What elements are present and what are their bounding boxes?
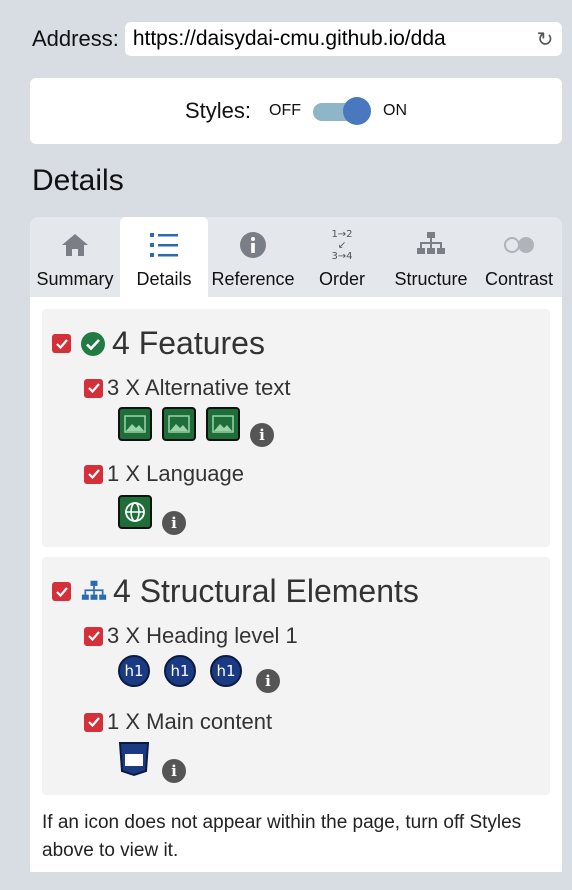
alt-text-icons: i <box>118 407 274 447</box>
features-title: 4 Features <box>112 325 265 361</box>
info-icon <box>238 227 268 263</box>
address-bar: Address: https://daisydai-cmu.github.io/… <box>32 20 562 58</box>
tab-label: Order <box>318 269 365 289</box>
features-header: 4 Features <box>52 325 265 362</box>
tab-label: Details <box>136 269 192 289</box>
h1-icon[interactable]: h1 <box>210 655 242 687</box>
info-icon[interactable]: i <box>250 423 274 447</box>
order-icon: 1→2 ↙ 3→4 <box>331 228 353 262</box>
structural-title: 4 Structural Elements <box>113 573 419 609</box>
heading-label: 3 X Heading level 1 <box>107 623 298 648</box>
toggle-off-label: OFF <box>269 102 302 119</box>
features-group: 4 Features 3 X Alternative text i 1 X La… <box>42 309 550 547</box>
main-checkbox[interactable] <box>84 712 103 732</box>
tab-details[interactable]: Details <box>120 217 208 297</box>
sitemap-icon <box>81 579 107 605</box>
structural-header: 4 Structural Elements <box>52 573 419 610</box>
tab-bar: Summary Details Reference 1→2 ↙ 3→4 Order <box>30 217 562 297</box>
globe-icon[interactable] <box>118 495 152 529</box>
image-icon[interactable] <box>162 407 196 441</box>
tab-label: Structure <box>394 269 468 289</box>
toggle-knob[interactable] <box>343 97 372 125</box>
structural-item-main: 1 X Main content <box>84 709 272 735</box>
address-input[interactable]: https://daisydai-cmu.github.io/dda ↻ <box>124 22 562 56</box>
language-icons: i <box>118 495 186 535</box>
contrast-icon <box>502 227 536 263</box>
tab-label: Contrast <box>484 269 554 289</box>
tab-structure[interactable]: Structure <box>386 217 476 297</box>
features-checkbox[interactable] <box>52 334 71 353</box>
main-content-icon[interactable] <box>118 741 150 777</box>
alt-text-label: 3 X Alternative text <box>107 375 291 400</box>
image-icon[interactable] <box>206 407 240 441</box>
tab-reference[interactable]: Reference <box>208 217 298 297</box>
structural-group: 4 Structural Elements 3 X Heading level … <box>42 557 550 795</box>
footer-note: If an icon does not appear within the pa… <box>42 812 522 861</box>
list-icon <box>149 227 179 263</box>
structural-item-heading: 3 X Heading level 1 <box>84 623 298 649</box>
structural-checkbox[interactable] <box>52 582 71 601</box>
info-icon[interactable]: i <box>256 669 280 693</box>
tab-label: Summary <box>36 269 114 289</box>
tab-label: Reference <box>211 269 295 289</box>
reload-icon[interactable]: ↻ <box>536 27 554 52</box>
tab-contrast[interactable]: Contrast <box>476 217 562 297</box>
image-icon[interactable] <box>118 407 152 441</box>
info-icon[interactable]: i <box>162 759 186 783</box>
tab-summary[interactable]: Summary <box>30 217 120 297</box>
address-label: Address: <box>32 26 119 51</box>
address-url[interactable]: https://daisydai-cmu.github.io/dda <box>133 27 530 51</box>
heading-icons: h1 h1 h1 i <box>118 655 280 693</box>
h1-icon[interactable]: h1 <box>118 655 150 687</box>
styles-label: Styles: <box>184 98 252 123</box>
h1-icon[interactable]: h1 <box>164 655 196 687</box>
tab-order[interactable]: 1→2 ↙ 3→4 Order <box>298 217 386 297</box>
info-icon[interactable]: i <box>162 511 186 535</box>
sitemap-icon <box>416 227 446 263</box>
feature-item-language: 1 X Language <box>84 461 244 487</box>
language-checkbox[interactable] <box>84 464 103 484</box>
check-circle-icon <box>80 331 106 357</box>
home-icon <box>60 227 90 263</box>
alt-text-checkbox[interactable] <box>84 378 103 398</box>
styles-panel: Styles: OFF ON <box>30 78 562 144</box>
toggle-on-label: ON <box>383 102 408 119</box>
main-label: 1 X Main content <box>107 709 273 734</box>
main-icons: i <box>118 741 186 783</box>
styles-toggle[interactable] <box>313 97 372 125</box>
feature-item-alt-text: 3 X Alternative text <box>84 375 290 401</box>
heading-checkbox[interactable] <box>84 626 103 646</box>
language-label: 1 X Language <box>107 461 245 486</box>
page-title: Details <box>32 164 124 197</box>
details-content: 4 Features 3 X Alternative text i 1 X La… <box>30 297 562 872</box>
